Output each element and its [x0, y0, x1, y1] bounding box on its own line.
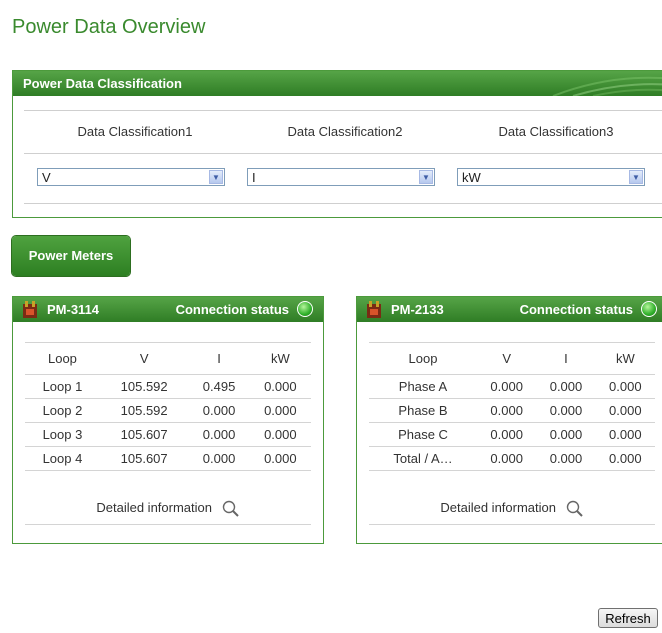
classification-title: Power Data Classification [23, 76, 182, 91]
meter-header: PM-2133 Connection status [357, 297, 662, 322]
table-cell: 0.000 [595, 398, 655, 423]
power-meter-icon [23, 301, 37, 318]
meter-panel: PM-2133 Connection status Loop V I kW Ph… [356, 296, 662, 544]
classification-select-1-value: V [42, 170, 51, 185]
meter-panel: PM-3114 Connection status Loop V I kW Lo… [12, 296, 324, 544]
chevron-down-icon[interactable]: ▼ [419, 170, 433, 184]
table-header-row: Loop V I kW [25, 342, 311, 375]
classification-label-2: Data Classification2 [287, 124, 403, 139]
classification-label-3: Data Classification3 [498, 124, 614, 139]
table-cell: 0.000 [188, 446, 250, 471]
table-cell: 105.592 [99, 374, 189, 399]
table-cell: 0.495 [188, 374, 250, 399]
table-cell: Loop 1 [25, 374, 100, 399]
classification-select-2[interactable]: I ▼ [247, 168, 435, 186]
power-meter-icon [367, 301, 381, 318]
table-cell: 0.000 [595, 446, 655, 471]
table-cell: Phase A [369, 374, 477, 399]
column-header: Loop [369, 342, 477, 375]
table-cell: 0.000 [249, 398, 311, 423]
table-header-row: Loop V I kW [369, 342, 655, 375]
classification-select-2-value: I [252, 170, 256, 185]
meter-table: Loop V I kW Phase A 0.000 0.000 0.000 Ph… [369, 342, 655, 471]
magnifier-icon[interactable] [566, 500, 584, 518]
classification-select-3[interactable]: kW ▼ [457, 168, 645, 186]
table-cell: 0.000 [595, 374, 655, 399]
table-cell: 105.607 [99, 422, 189, 447]
detailed-information-link[interactable]: Detailed information [25, 494, 311, 525]
table-cell: 0.000 [536, 398, 596, 423]
table-row: Phase A 0.000 0.000 0.000 [369, 374, 655, 399]
chevron-down-icon[interactable]: ▼ [629, 170, 643, 184]
classification-label-1: Data Classification1 [77, 124, 193, 139]
table-cell: Loop 2 [25, 398, 100, 423]
meter-table: Loop V I kW Loop 1 105.592 0.495 0.000 L… [25, 342, 311, 471]
table-cell: 0.000 [477, 446, 537, 471]
table-cell: Phase C [369, 422, 477, 447]
classification-select-row: V ▼ I ▼ kW ▼ [24, 153, 662, 204]
table-cell: 0.000 [188, 422, 250, 447]
meter-name: PM-2133 [391, 302, 444, 317]
column-header: I [536, 342, 596, 375]
detailed-information-label: Detailed information [440, 500, 556, 515]
detailed-information-label: Detailed information [96, 500, 212, 515]
classification-header: Power Data Classification [13, 71, 662, 96]
power-meters-button[interactable]: Power Meters [12, 236, 130, 276]
table-cell: 105.592 [99, 398, 189, 423]
classification-select-3-value: kW [462, 170, 481, 185]
column-header: Loop [25, 342, 100, 375]
page-title: Power Data Overview [12, 16, 206, 38]
table-cell: 0.000 [536, 374, 596, 399]
column-header: kW [595, 342, 655, 375]
classification-select-1[interactable]: V ▼ [37, 168, 225, 186]
column-header: V [99, 342, 189, 375]
table-cell: 0.000 [188, 398, 250, 423]
detailed-information-link[interactable]: Detailed information [369, 494, 655, 525]
table-row: Phase C 0.000 0.000 0.000 [369, 422, 655, 447]
table-row: Loop 1 105.592 0.495 0.000 [25, 374, 311, 399]
header-swoosh-decoration [552, 76, 662, 96]
table-row: Total / A… 0.000 0.000 0.000 [369, 446, 655, 471]
column-header: I [188, 342, 250, 375]
table-cell: Phase B [369, 398, 477, 423]
connection-status-label: Connection status [519, 302, 633, 317]
refresh-button[interactable]: Refresh [598, 608, 658, 628]
table-cell: 0.000 [595, 422, 655, 447]
table-cell: 105.607 [99, 446, 189, 471]
table-row: Loop 3 105.607 0.000 0.000 [25, 422, 311, 447]
classification-panel: Power Data Classification Data Classific… [12, 70, 662, 218]
table-row: Loop 2 105.592 0.000 0.000 [25, 398, 311, 423]
column-header: kW [249, 342, 311, 375]
classification-label-row: Data Classification1 Data Classification… [24, 110, 662, 154]
meter-name: PM-3114 [47, 302, 100, 317]
connection-status-led-icon [297, 301, 313, 317]
table-cell: Total / A… [369, 446, 477, 471]
chevron-down-icon[interactable]: ▼ [209, 170, 223, 184]
table-cell: 0.000 [477, 422, 537, 447]
magnifier-icon[interactable] [222, 500, 240, 518]
table-cell: 0.000 [249, 446, 311, 471]
table-cell: 0.000 [536, 446, 596, 471]
table-cell: 0.000 [249, 422, 311, 447]
table-row: Phase B 0.000 0.000 0.000 [369, 398, 655, 423]
table-cell: Loop 4 [25, 446, 100, 471]
table-cell: 0.000 [249, 374, 311, 399]
connection-status-led-icon [641, 301, 657, 317]
column-header: V [477, 342, 537, 375]
table-cell: 0.000 [536, 422, 596, 447]
table-cell: Loop 3 [25, 422, 100, 447]
table-row: Loop 4 105.607 0.000 0.000 [25, 446, 311, 471]
connection-status-label: Connection status [175, 302, 289, 317]
meter-header: PM-3114 Connection status [13, 297, 323, 322]
table-cell: 0.000 [477, 374, 537, 399]
table-cell: 0.000 [477, 398, 537, 423]
